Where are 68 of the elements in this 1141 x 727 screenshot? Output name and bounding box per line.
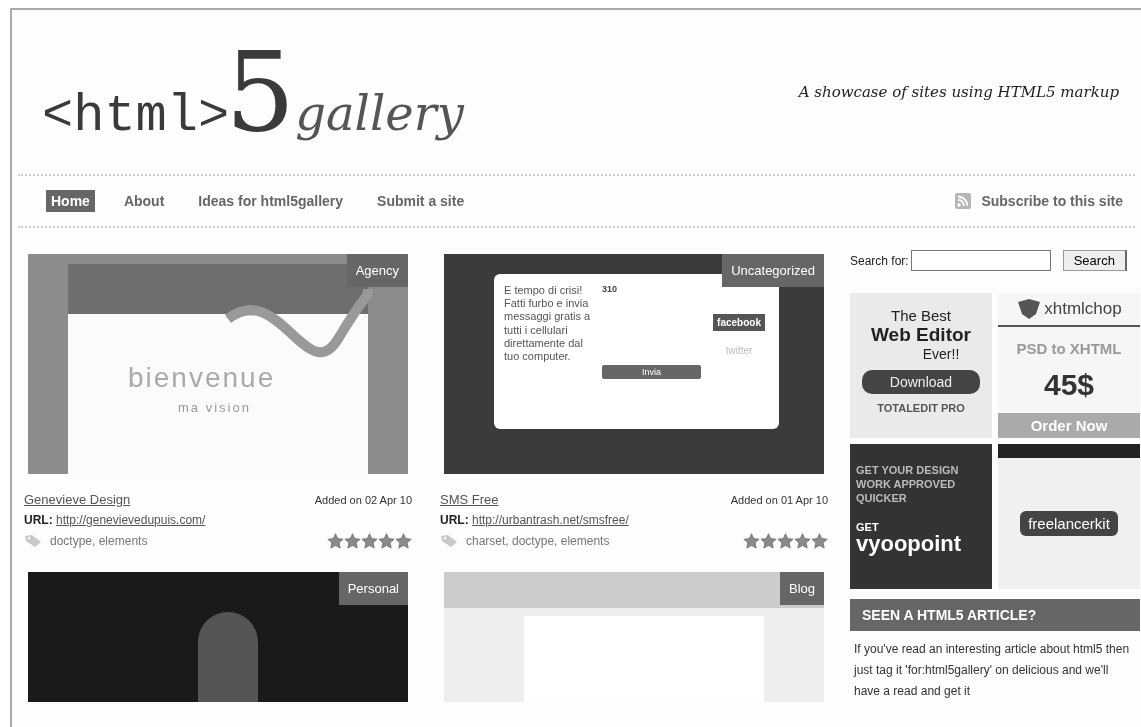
site-logo[interactable]: <html>5 gallery [42, 37, 464, 147]
advertisement-banner[interactable]: GET YOUR DESIGN WORK APPROVED QUICKER GET vyoopoint [850, 444, 992, 589]
star-icon [395, 533, 412, 549]
ad-text: GET YOUR DESIGN WORK APPROVED QUICKER [856, 464, 960, 506]
nav-link[interactable]: Submit a site [372, 190, 470, 212]
website-screenshot[interactable]: Personal [28, 571, 408, 702]
search-field[interactable] [910, 250, 1051, 271]
search-label: Search for: [850, 253, 909, 268]
ad-text: GET [856, 521, 879, 534]
subscribe-link[interactable]: Subscribe to this site [955, 193, 1135, 209]
ad-text: Ever!! [922, 346, 960, 362]
added-date: Added on 02 Apr 10 [314, 494, 412, 506]
tag-icon [24, 534, 42, 548]
heading-text: bienvenue [128, 362, 276, 394]
counter-text: 310 [602, 284, 618, 294]
star-icon [811, 533, 828, 549]
ad-text: The Best [891, 307, 951, 324]
url-link[interactable]: http://urbantrash.net/smsfree/ [472, 513, 629, 527]
website-screenshot[interactable]: Blog [444, 571, 824, 702]
tags-text: charset, doctype, elements [466, 534, 611, 548]
star-icon [344, 533, 361, 549]
ad-text: TOTALEDIT PRO [877, 402, 965, 414]
ad-logo-text: freelancerkit [1020, 511, 1118, 536]
tag-icon [440, 534, 458, 548]
url-link[interactable]: http://genevievedupuis.com/ [56, 513, 206, 527]
social-text: twitter [725, 345, 753, 356]
site-title-link[interactable]: SMS Free [440, 492, 499, 507]
intro-text: E tempo di crisi! Fatti furbo e invia messaggi gratis a tutti i cellulari direttamente dal tuo computer. [504, 284, 592, 364]
site-title-link[interactable]: Genevieve Design [24, 492, 131, 507]
advertisement-banner[interactable]: freelancerkit [998, 444, 1140, 589]
download-button: Download [861, 370, 981, 394]
star-icon [327, 533, 344, 549]
advertisement-banner[interactable]: xhtmlchop PSD to XHTML 45$ Order Now [998, 293, 1140, 438]
tags-text: doctype, elements [50, 534, 149, 548]
url-label: URL: [440, 513, 469, 527]
star-icon [743, 533, 760, 549]
order-button: Order Now [998, 413, 1140, 438]
star-icon [378, 533, 395, 549]
category-badge[interactable]: Uncategorized [722, 254, 824, 287]
rss-icon [955, 193, 972, 209]
website-screenshot[interactable]: Agency bienvenue ma vision [28, 254, 408, 474]
search-button[interactable]: Search [1062, 250, 1127, 271]
star-icon [760, 533, 777, 549]
ad-logo-text: vyoopoint [856, 533, 962, 556]
nav-link[interactable]: About [118, 190, 170, 212]
category-badge[interactable]: Blog [779, 571, 824, 605]
added-date: Added on 01 Apr 10 [730, 494, 828, 506]
nav-link[interactable]: Home [46, 190, 95, 212]
ad-text: Web Editor [871, 324, 971, 346]
star-icon [794, 533, 811, 549]
website-screenshot[interactable]: Uncategorized E tempo di crisi! Fatti furbo e invia messaggi gratis a tutti i cellulari direttamente dal tuo computer. 310 Invia facebook twitter [444, 254, 824, 474]
category-badge[interactable]: Agency [346, 254, 408, 287]
social-button: facebook [713, 314, 765, 331]
star-icon [777, 533, 794, 549]
section-heading: SEEN A HTML5 ARTICLE? [850, 599, 1140, 631]
category-badge[interactable]: Personal [338, 571, 408, 605]
send-button: Invia [602, 365, 701, 379]
tagline: A showcase of sites using HTML5 markup [798, 83, 1119, 101]
article-text: If you've read an interesting article about html5 then just tag it 'for:html5gallery' on delicious and we'll have a read and get it [854, 641, 1131, 700]
shield-icon [1016, 299, 1043, 319]
star-icon [361, 533, 378, 549]
subheading-text: ma vision [178, 400, 251, 415]
url-label: URL: [24, 513, 53, 527]
advertisement-banner[interactable]: The Best Web Editor Ever!! Download TOTALEDIT PRO [850, 293, 992, 438]
ad-text: PSD to XHTML [1016, 340, 1122, 357]
nav-link[interactable]: Ideas for html5gallery [193, 190, 349, 212]
ad-price: 45$ [1043, 370, 1095, 400]
ad-logo-text: xhtmlchop [1044, 299, 1122, 319]
